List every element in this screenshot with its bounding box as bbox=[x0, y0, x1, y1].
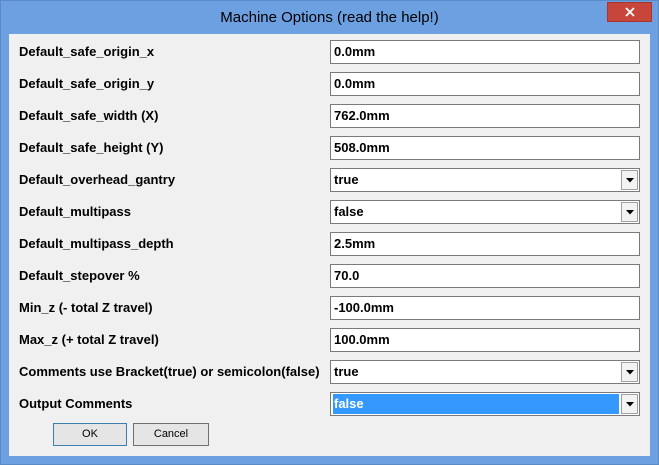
chevron-down-icon bbox=[625, 177, 634, 182]
option-row: Default_stepover % 70.0 bbox=[9, 261, 650, 291]
option-input[interactable]: 2.5mm bbox=[330, 232, 640, 256]
dropdown-button[interactable] bbox=[621, 202, 638, 222]
chevron-down-icon bbox=[625, 209, 634, 214]
option-label: Default_safe_origin_x bbox=[19, 44, 155, 59]
input-value: 0.0mm bbox=[334, 76, 376, 91]
ok-button[interactable]: OK bbox=[53, 423, 127, 446]
input-value: 508.0mm bbox=[334, 140, 390, 155]
input-value: 0.0mm bbox=[334, 44, 376, 59]
option-label: Default_overhead_gantry bbox=[19, 172, 176, 187]
option-row: Default_safe_height (Y) 508.0mm bbox=[9, 133, 650, 163]
option-input[interactable]: 0.0mm bbox=[330, 72, 640, 96]
input-value: 100.0mm bbox=[334, 332, 390, 347]
option-dropdown[interactable]: true bbox=[330, 168, 640, 192]
cancel-button[interactable]: Cancel bbox=[133, 423, 209, 446]
option-dropdown[interactable]: false bbox=[330, 200, 640, 224]
option-label: Default_multipass_depth bbox=[19, 236, 174, 251]
option-row: Default_safe_width (X) 762.0mm bbox=[9, 101, 650, 131]
option-label: Comments use Bracket(true) or semicolon(… bbox=[19, 364, 320, 379]
option-input[interactable]: 762.0mm bbox=[330, 104, 640, 128]
close-icon bbox=[624, 7, 635, 17]
option-row: Comments use Bracket(true) or semicolon(… bbox=[9, 357, 650, 387]
dropdown-value: true bbox=[334, 364, 359, 379]
dropdown-button[interactable] bbox=[621, 170, 638, 190]
option-input[interactable]: 0.0mm bbox=[330, 40, 640, 64]
dialog-body: Default_safe_origin_x 0.0mm Default_safe_o… bbox=[9, 34, 650, 456]
option-dropdown[interactable]: true bbox=[330, 360, 640, 384]
dropdown-value: false bbox=[334, 204, 364, 219]
option-row: Max_z (+ total Z travel) 100.0mm bbox=[9, 325, 650, 355]
option-label: Default_stepover % bbox=[19, 268, 140, 283]
input-value: 70.0 bbox=[334, 268, 360, 283]
option-row: Output Comments false bbox=[9, 389, 650, 419]
chevron-down-icon bbox=[625, 401, 634, 406]
input-value: 762.0mm bbox=[334, 108, 390, 123]
option-input[interactable]: -100.0mm bbox=[330, 296, 640, 320]
option-row: Default_safe_origin_x 0.0mm bbox=[9, 37, 650, 67]
option-row: Default_multipass_depth 2.5mm bbox=[9, 229, 650, 259]
option-row: Default_overhead_gantry true bbox=[9, 165, 650, 195]
option-input[interactable]: 70.0 bbox=[330, 264, 640, 288]
option-label: Default_safe_height (Y) bbox=[19, 140, 164, 155]
dialog-window: Machine Options (read the help!) Default… bbox=[0, 0, 659, 465]
dropdown-value: false bbox=[333, 394, 619, 414]
option-row: Default_multipass false bbox=[9, 197, 650, 227]
input-value: -100.0mm bbox=[334, 300, 394, 315]
title-bar[interactable]: Machine Options (read the help!) bbox=[1, 1, 658, 34]
chevron-down-icon bbox=[625, 369, 634, 374]
option-label: Default_safe_width (X) bbox=[19, 108, 159, 123]
dropdown-value: true bbox=[334, 172, 359, 187]
option-label: Default_safe_origin_y bbox=[19, 76, 155, 91]
option-label: Default_multipass bbox=[19, 204, 131, 219]
option-dropdown[interactable]: false bbox=[330, 392, 640, 416]
option-label: Max_z (+ total Z travel) bbox=[19, 332, 159, 347]
dropdown-button[interactable] bbox=[621, 394, 638, 414]
window-title: Machine Options (read the help!) bbox=[220, 9, 439, 26]
option-label: Min_z (- total Z travel) bbox=[19, 300, 153, 315]
close-button[interactable] bbox=[607, 2, 652, 22]
option-input[interactable]: 508.0mm bbox=[330, 136, 640, 160]
option-row: Min_z (- total Z travel) -100.0mm bbox=[9, 293, 650, 323]
input-value: 2.5mm bbox=[334, 236, 376, 251]
option-input[interactable]: 100.0mm bbox=[330, 328, 640, 352]
option-label: Output Comments bbox=[19, 396, 133, 411]
option-row: Default_safe_origin_y 0.0mm bbox=[9, 69, 650, 99]
dropdown-button[interactable] bbox=[621, 362, 638, 382]
